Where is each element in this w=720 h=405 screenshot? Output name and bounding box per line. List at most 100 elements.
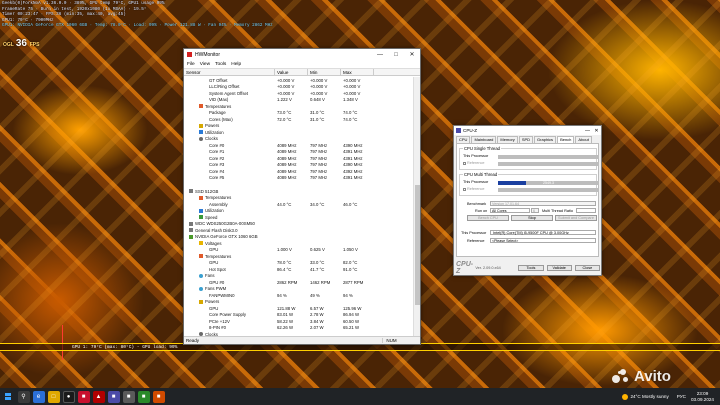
- close-button[interactable]: Close: [574, 265, 601, 271]
- tools-button[interactable]: Tools: [518, 265, 544, 271]
- status-bar: Ready NUM: [184, 336, 420, 344]
- temp-icon: [199, 104, 203, 109]
- sensor-max-cell: 1.348 V: [343, 97, 358, 103]
- hwmonitor-taskbar-icon[interactable]: ■: [77, 390, 90, 403]
- disk-icon: [189, 189, 193, 194]
- multi-thread-title: CPU Multi Thread: [463, 172, 499, 177]
- sensor-name: Fans: [205, 273, 215, 279]
- close-icon[interactable]: ✕: [404, 51, 420, 58]
- maximize-icon[interactable]: □: [388, 52, 404, 58]
- sensor-name: WDC WDS250G2B0A-00SM50: [195, 221, 255, 227]
- stop-button[interactable]: Stop: [511, 215, 553, 221]
- cpuz-taskbar-icon[interactable]: ■: [107, 390, 120, 403]
- disk-icon: [189, 221, 193, 226]
- single-this-processor-label: This Processor: [463, 154, 489, 158]
- clock[interactable]: 23:09 03.09.2024: [691, 391, 714, 402]
- cpuz-window[interactable]: CPU-Z — ✕ CPU Mainboard Memory SPD Graph…: [453, 125, 602, 276]
- threads-select[interactable]: 6: [531, 208, 539, 213]
- submit-compare-button[interactable]: Submit and Compare: [555, 215, 597, 221]
- osd-overlay: Geekb(0)ForkNoA v1.36.0.0 · 389%, GPU te…: [2, 1, 322, 29]
- hwmonitor-window[interactable]: HWMonitor — □ ✕ File View Tools Help Sen…: [183, 48, 421, 345]
- tab-memory[interactable]: Memory: [497, 136, 518, 143]
- multi-ratio-field: [576, 208, 596, 213]
- sensor-min-cell: 797 MHz: [310, 149, 328, 155]
- menu-view[interactable]: View: [200, 62, 210, 67]
- temp-icon: [199, 195, 203, 200]
- minimize-icon[interactable]: —: [372, 52, 388, 58]
- file-explorer-icon[interactable]: □: [47, 390, 60, 403]
- steam-icon[interactable]: ●: [62, 390, 75, 403]
- hwmonitor-app-icon: [187, 52, 192, 57]
- tab-bench[interactable]: Bench: [557, 136, 575, 143]
- column-min[interactable]: Min: [308, 69, 341, 75]
- tab-about[interactable]: About: [575, 136, 592, 143]
- power-icon: [199, 123, 203, 128]
- app-taskbar-icon[interactable]: ■: [152, 390, 165, 403]
- fan-icon: [199, 273, 203, 278]
- column-value[interactable]: Value: [275, 69, 308, 75]
- tab-graphics[interactable]: Graphics: [534, 136, 557, 143]
- sensor-min-cell: 34.0 °C: [310, 201, 325, 207]
- edge-icon[interactable]: e: [32, 390, 45, 403]
- menu-bar: File View Tools Help: [184, 60, 420, 68]
- menu-file[interactable]: File: [187, 62, 195, 67]
- sensor-name-cell: 8-PIN #0: [184, 325, 275, 330]
- column-header: Sensor Value Min Max: [184, 68, 420, 76]
- sensor-min-cell: 797 MHz: [310, 168, 328, 174]
- run-on-label: Run on: [475, 209, 488, 213]
- clock-date: 03.09.2024: [691, 396, 714, 402]
- weather-widget[interactable]: 24°C Mostly sunny: [622, 393, 669, 400]
- sensor-min-cell: 2.07 W: [310, 325, 324, 331]
- volt-icon: [199, 241, 203, 246]
- cpuz-title: CPU-Z: [463, 128, 478, 133]
- sensor-max-cell: 86.94 W: [343, 312, 360, 318]
- run-on-select[interactable]: All Cores: [490, 208, 530, 213]
- tab-spd[interactable]: SPD: [518, 136, 534, 143]
- sensor-name-cell: Powers: [184, 299, 275, 304]
- sensor-max-cell: 4391 MHz: [343, 155, 363, 161]
- sensor-name: Powers: [205, 299, 220, 305]
- app-taskbar-icon[interactable]: ■: [122, 390, 135, 403]
- sensor-name: Core #0: [209, 142, 225, 148]
- sensor-name: GPU: [209, 247, 219, 253]
- minimize-icon[interactable]: —: [583, 128, 592, 134]
- multi-reference-checkbox[interactable]: [463, 187, 466, 191]
- scrollbar-thumb[interactable]: [415, 185, 420, 305]
- menu-tools[interactable]: Tools: [215, 62, 226, 67]
- reference-select[interactable]: <Please Select>: [490, 238, 596, 243]
- benchmark-select[interactable]: Version 17.01.64: [490, 201, 596, 206]
- close-icon[interactable]: ✕: [592, 128, 601, 134]
- sensor-value-cell: +0.000 V: [277, 90, 295, 96]
- sensor-name-cell: Speed: [184, 215, 275, 220]
- tab-mainboard[interactable]: Mainboard: [471, 136, 497, 143]
- furmark-taskbar-icon[interactable]: ▲: [92, 390, 105, 403]
- sensor-name-cell: GPU: [184, 260, 275, 265]
- sensor-max-cell: 74.0 °C: [343, 110, 358, 116]
- sensor-min-cell: 41.7 °C: [310, 266, 325, 272]
- language-indicator[interactable]: РУС: [677, 394, 686, 399]
- vertical-scrollbar[interactable]: [413, 77, 420, 338]
- tab-cpu[interactable]: CPU: [456, 136, 471, 143]
- app-taskbar-icon[interactable]: ■: [137, 390, 150, 403]
- disk-icon: [189, 228, 193, 233]
- sensor-name: GPU #0: [209, 279, 225, 285]
- validate-button[interactable]: Validate: [546, 265, 572, 271]
- sensor-value-cell: 72.0 °C: [277, 116, 292, 122]
- sensor-name: Package: [209, 110, 226, 116]
- column-max[interactable]: Max: [341, 69, 374, 75]
- sensor-name-cell: Core #2: [184, 156, 275, 161]
- menu-help[interactable]: Help: [231, 62, 241, 67]
- hwmonitor-titlebar[interactable]: HWMonitor — □ ✕: [184, 49, 420, 60]
- search-icon[interactable]: ⚲: [17, 390, 30, 403]
- sensor-value-cell: 86.4 °C: [277, 266, 292, 272]
- bench-cpu-button[interactable]: Bench CPU: [467, 215, 509, 221]
- sensor-min-cell: 797 MHz: [310, 162, 328, 168]
- column-sensor[interactable]: Sensor: [184, 69, 275, 75]
- sensor-name-cell: FANPWMIN0: [184, 293, 275, 298]
- sensor-tree[interactable]: GT Offset +0.000 V +0.000 V +0.000 V LLC/Rin…: [184, 77, 414, 338]
- sensor-name: GT Offset: [209, 77, 228, 83]
- cpuz-titlebar[interactable]: CPU-Z — ✕: [454, 126, 601, 135]
- single-reference-checkbox[interactable]: [463, 161, 466, 165]
- start-button[interactable]: [0, 388, 16, 405]
- sensor-max-cell: 60.50 W: [343, 318, 360, 324]
